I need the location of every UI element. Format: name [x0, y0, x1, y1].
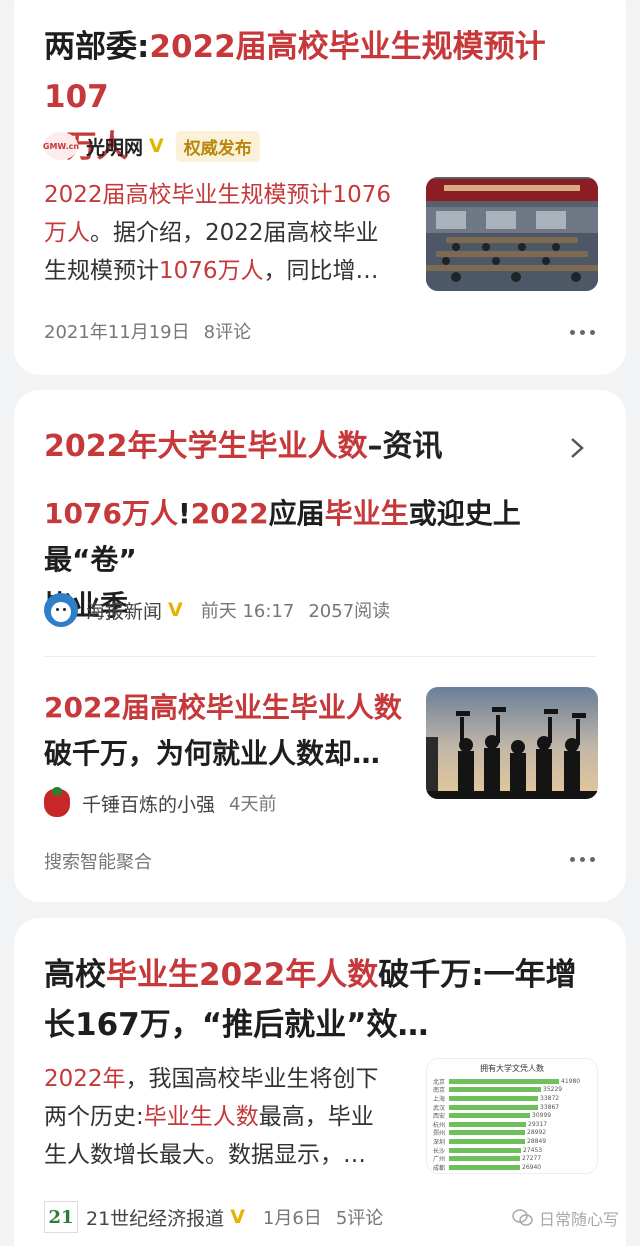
aggregate-item-1-meta: 海报新闻 V 前天 16:17 2057阅读 [44, 592, 390, 628]
guangming-logo: GMW.cn [43, 132, 79, 160]
chart-bar [449, 1095, 538, 1101]
chart-bar [449, 1164, 520, 1170]
chart-row-value: 33872 [540, 1094, 560, 1102]
chart-row-value: 28849 [527, 1137, 547, 1145]
card1-source-row: GMW.cn 光明网 V 权威发布 [43, 130, 260, 162]
chart-row: 上海 33872 [433, 1094, 591, 1103]
chart-row-label: 成都 [433, 1164, 446, 1172]
chart-row: 北京 41980 [433, 1077, 591, 1086]
chart-row: 西安 30999 [433, 1111, 591, 1120]
chart-row: 武汉 33867 [433, 1103, 591, 1112]
chart-bar [449, 1121, 526, 1127]
chart-row: 南京 35229 [433, 1086, 591, 1094]
source-name[interactable]: 千锤百炼的小强 [82, 790, 215, 817]
aggregate-item-2-meta: 千锤百炼的小强 4天前 [44, 787, 276, 818]
chart-bar [449, 1156, 520, 1162]
news-aggregate-card: 2022年大学生毕业人数–资讯 1076万人!2022应届毕业生或迎史上最“卷”… [14, 390, 626, 902]
card1-meta: 2021年11月19日 8评论 [44, 322, 252, 343]
chart-row-value: 30999 [532, 1112, 552, 1120]
chart-row-value: 28992 [527, 1129, 547, 1137]
chevron-right-icon[interactable] [570, 437, 584, 463]
city-chart-thumbnail[interactable]: 拥有大学文凭人数 北京 41980 南京 35229 上海 33872 武汉 33867 西安 3… [426, 1058, 598, 1174]
chart-row: 广州 27277 [433, 1154, 591, 1163]
source-name[interactable]: 海报新闻 [86, 597, 162, 624]
chart-row: 杭州 29317 [433, 1120, 591, 1129]
haibao-avatar [44, 593, 78, 627]
verified-v-icon: V [149, 135, 164, 157]
chart-row-value: 27453 [523, 1146, 543, 1154]
aggregate-footer-label: 搜索智能聚合 [44, 852, 152, 873]
aggregate-item-2-title[interactable]: 2022届高校毕业生毕业人数 破千万，为何就业人数却… [44, 685, 416, 777]
more-options-icon[interactable] [570, 857, 595, 862]
chart-bar [449, 1104, 538, 1110]
news-card-3[interactable]: 高校毕业生2022年人数破千万:一年增 长167万，“推后就业”效… 2022年… [14, 918, 626, 1246]
chart-row: 深圳 28849 [433, 1137, 591, 1146]
chart-row-value: 33867 [540, 1103, 560, 1111]
chart-bar [449, 1113, 530, 1119]
chart-row-value: 35229 [543, 1086, 563, 1094]
chart-bar [449, 1147, 521, 1153]
chart-row: 长沙 27453 [433, 1146, 591, 1155]
chart-row-value: 29317 [528, 1120, 548, 1128]
chart-bar [449, 1087, 541, 1093]
card3-summary[interactable]: 2022年，我国高校毕业生将创下 两个历史:毕业生人数最高，毕业 生人数增长最大… [44, 1060, 416, 1174]
aggregate-header[interactable]: 2022年大学生毕业人数–资讯 [44, 425, 604, 469]
source-name[interactable]: 光明网 [86, 133, 143, 160]
author-avatar [44, 787, 70, 817]
divider [44, 656, 596, 657]
authority-badge: 权威发布 [175, 130, 260, 162]
card3-meta: 21 21世纪经济报道 V 1月6日 5评论 [44, 1201, 383, 1233]
chart-title: 拥有大学文凭人数 [480, 1064, 544, 1073]
news-card-1[interactable]: 两部委:2022届高校毕业生规模预计107 6万人 GMW.cn 光明网 V 权… [14, 0, 626, 375]
graduates-photo[interactable] [426, 687, 598, 799]
conference-photo[interactable] [426, 177, 598, 291]
wechat-icon [512, 1209, 533, 1226]
chart-row: 成都 26940 [433, 1163, 591, 1172]
chart-bar [449, 1130, 525, 1136]
chart-rows: 北京 41980 南京 35229 上海 33872 武汉 33867 西安 30999 杭州 293… [427, 1075, 597, 1172]
card1-summary[interactable]: 2022届高校毕业生规模预计1076 万人。据介绍，2022届高校毕业 生规模预… [44, 176, 414, 290]
21st-century-logo: 21 [44, 1201, 78, 1233]
source-name[interactable]: 21世纪经济报道 [86, 1204, 224, 1231]
watermark: 日常随心写 [512, 1206, 619, 1230]
verified-v-icon: V [168, 599, 183, 621]
chart-row: 郑州 28992 [433, 1129, 591, 1137]
chart-row-value: 41980 [561, 1077, 581, 1085]
chart-row-value: 27277 [522, 1155, 542, 1163]
chart-row-value: 26940 [522, 1163, 542, 1171]
chart-bar [449, 1078, 559, 1084]
card3-title[interactable]: 高校毕业生2022年人数破千万:一年增 长167万，“推后就业”效… [44, 950, 604, 1050]
more-options-icon[interactable] [570, 330, 595, 335]
verified-v-icon: V [230, 1206, 245, 1228]
chart-bar [449, 1138, 525, 1144]
